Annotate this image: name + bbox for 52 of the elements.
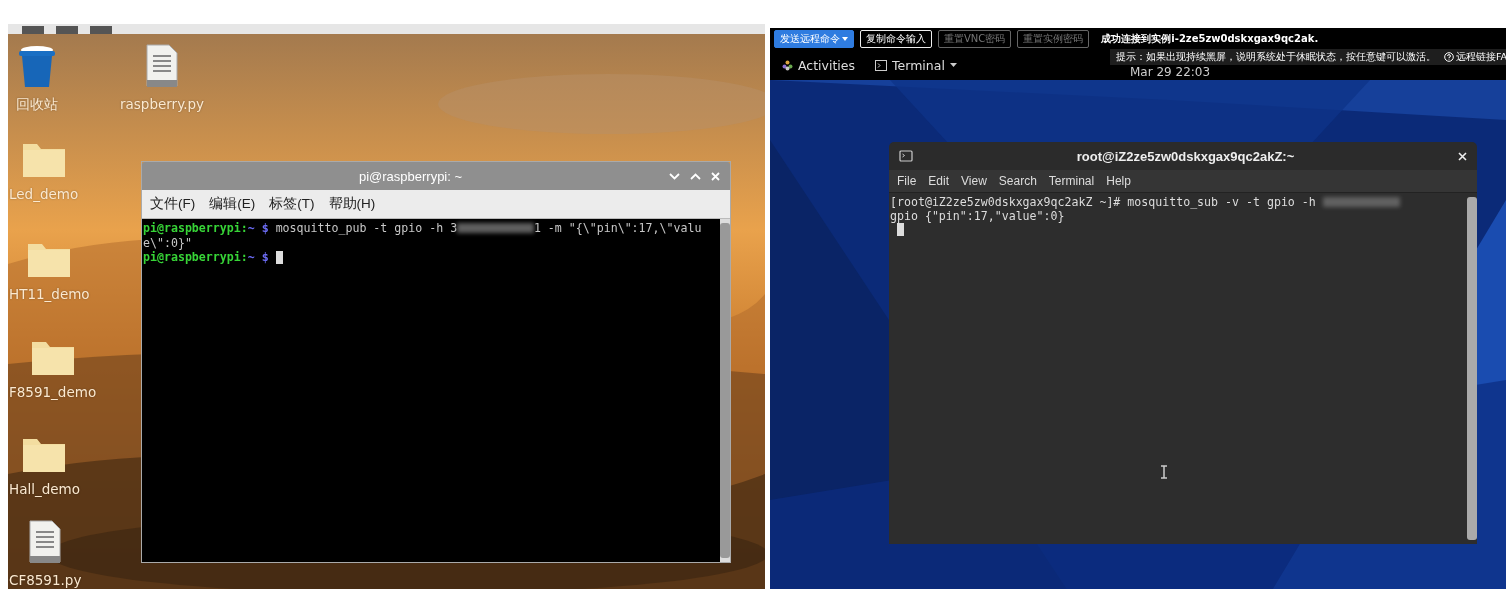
command-text: [root@iZ2ze5zw0dskxgax9qc2akZ ~]# mosquitto_sub -v -t gpio -h bbox=[890, 195, 1317, 209]
maximize-icon[interactable] bbox=[690, 172, 701, 180]
terminal-area[interactable]: [root@iZ2ze5zw0dskxgax9qc2akZ ~]# mosquitto_sub -v -t gpio -h gpio {"pin":17,"value":0} bbox=[889, 193, 1477, 544]
flower-icon bbox=[782, 59, 793, 71]
tip-text: 提示：如果出现持续黑屏，说明系统处于休眠状态，按任意键可以激活。 bbox=[1116, 50, 1436, 64]
menu-item[interactable]: 编辑(E) bbox=[205, 193, 260, 215]
menu-item[interactable]: 标签(T) bbox=[265, 193, 319, 215]
window-title: pi@raspberrypi: ~ bbox=[357, 168, 464, 184]
menu-item[interactable]: Edit bbox=[924, 172, 954, 190]
command-text: gpio {"pin":17,"value":0} bbox=[890, 209, 1065, 223]
menu-item[interactable]: Terminal bbox=[1044, 172, 1099, 190]
dropdown-button[interactable]: 发送远程命令 bbox=[774, 30, 854, 48]
help-icon bbox=[1444, 52, 1454, 62]
icon-label: F8591_demo bbox=[9, 384, 97, 400]
caret-icon bbox=[949, 63, 957, 67]
menu-item[interactable]: 文件(F) bbox=[146, 193, 200, 215]
terminal-icon bbox=[875, 59, 888, 71]
minimize-icon[interactable] bbox=[669, 172, 680, 180]
activities-button[interactable]: Activities bbox=[782, 57, 856, 73]
icon-label: CF8591.py bbox=[9, 572, 82, 588]
text-cursor bbox=[896, 223, 904, 236]
window-title: root@iZ2ze5zw0dskxgax9qc2akZ:~ bbox=[1075, 148, 1296, 164]
command-text: 1 -m "{\"pin\":17,\"valu bbox=[533, 221, 702, 236]
menu-item[interactable]: 帮助(H) bbox=[324, 193, 380, 215]
menu-item[interactable]: Help bbox=[1102, 172, 1135, 190]
prompt-text: ~ $ bbox=[247, 250, 269, 265]
app-menu[interactable]: Terminal bbox=[875, 57, 957, 73]
text-cursor-icon bbox=[1160, 465, 1168, 479]
icon-label: Hall_demo bbox=[9, 481, 80, 497]
menu-item[interactable]: File bbox=[893, 172, 921, 190]
terminal-icon bbox=[899, 150, 913, 162]
prompt-text: pi@raspberrypi: bbox=[143, 250, 248, 265]
prompt-text: pi@raspberrypi: bbox=[143, 221, 248, 236]
icon-label: 回收站 bbox=[16, 96, 58, 114]
status-text: 成功连接到实例i-2ze5zw0dskxgax9qc2ak. bbox=[1101, 32, 1319, 46]
icon-label: Led_demo bbox=[9, 186, 79, 202]
prompt-text: ~ $ bbox=[247, 221, 269, 236]
terminal-area[interactable]: pi@raspberrypi:~ $ mosquitto_pub -t gpio -h 3 1 -m "{\"pin\":17,\"valu e\":0}" pi@raspberrypi:~ $ bbox=[142, 219, 730, 562]
toolbar-button[interactable]: 复制命令输入 bbox=[860, 30, 932, 48]
scrollbar[interactable] bbox=[720, 219, 730, 562]
icon-label: raspberry.py bbox=[120, 96, 205, 112]
caret-icon bbox=[842, 37, 848, 41]
text-cursor bbox=[275, 250, 283, 264]
trash-icon[interactable] bbox=[16, 44, 58, 88]
command-text: mosquitto_pub -t gpio -h 3 bbox=[274, 221, 458, 236]
clock-text: Mar 29 22:03 bbox=[1130, 65, 1211, 79]
command-text: e\":0}" bbox=[143, 235, 192, 250]
close-icon[interactable] bbox=[1458, 151, 1467, 161]
menu-item[interactable]: Search bbox=[994, 172, 1041, 190]
document-icon[interactable] bbox=[29, 520, 62, 564]
menu-item[interactable]: View bbox=[957, 172, 991, 190]
icon-label: HT11_demo bbox=[9, 286, 90, 302]
